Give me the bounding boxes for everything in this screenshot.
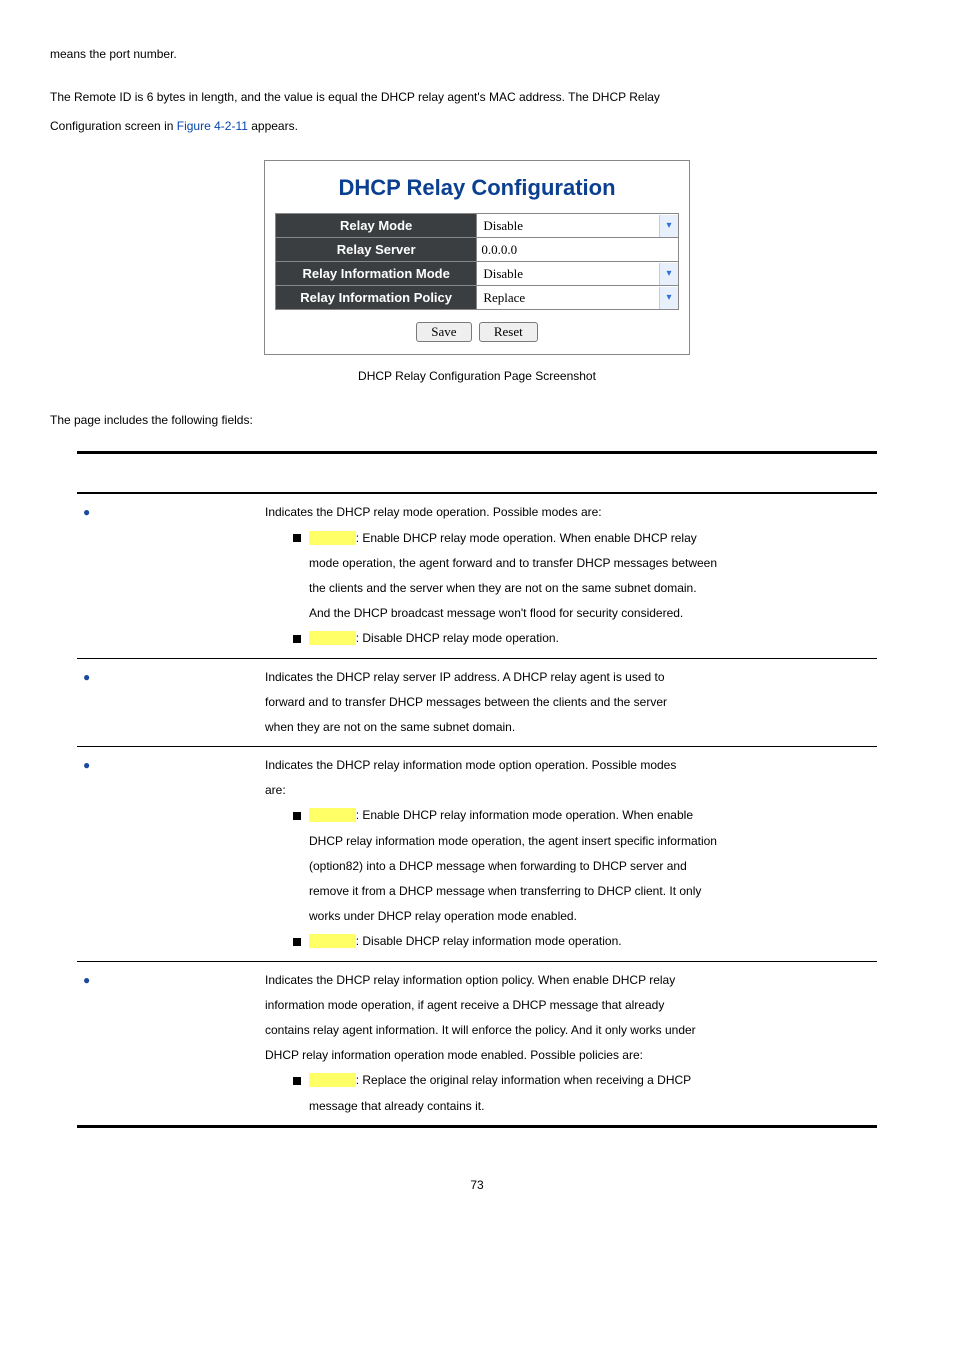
text-line2b-suffix: appears. xyxy=(248,119,298,133)
relay-info-mode-label: Relay Information Mode xyxy=(276,262,477,286)
relay-info-mode-select[interactable]: Disable ▾ xyxy=(477,263,678,285)
desc-relay-info-mode: Indicates the DHCP relay information mod… xyxy=(259,747,877,962)
desc-text: : Enable DHCP relay mode operation. When… xyxy=(356,531,697,545)
chevron-down-icon: ▾ xyxy=(659,263,678,285)
relay-server-label: Relay Server xyxy=(276,238,477,262)
bullet-icon: ● xyxy=(83,505,98,519)
desc-text: Indicates the DHCP relay information opt… xyxy=(265,973,675,987)
desc-text: : Enable DHCP relay information mode ope… xyxy=(356,808,693,822)
square-bullet-icon xyxy=(293,1077,301,1085)
desc-relay-mode: Indicates the DHCP relay mode operation.… xyxy=(259,493,877,658)
desc-text: Indicates the DHCP relay information mod… xyxy=(265,758,676,772)
desc-text: mode operation, the agent forward and to… xyxy=(265,551,871,576)
highlight xyxy=(309,631,356,645)
relay-info-policy-label: Relay Information Policy xyxy=(276,286,477,310)
bullet-icon: ● xyxy=(83,758,98,772)
figure-link[interactable]: Figure 4-2-11 xyxy=(177,119,248,133)
desc-text: (option82) into a DHCP message when forw… xyxy=(265,854,871,879)
chevron-down-icon: ▾ xyxy=(659,287,678,309)
reset-button[interactable]: Reset xyxy=(479,322,538,342)
desc-relay-server: Indicates the DHCP relay server IP addre… xyxy=(259,658,877,747)
desc-text: forward and to transfer DHCP messages be… xyxy=(265,695,667,709)
relay-info-policy-value: Replace xyxy=(477,287,659,309)
relay-mode-value: Disable xyxy=(477,215,659,237)
figure-caption: DHCP Relay Configuration Page Screenshot xyxy=(50,369,904,383)
panel-title: DHCP Relay Configuration xyxy=(275,175,679,201)
desc-text: And the DHCP broadcast message won't flo… xyxy=(265,601,871,626)
square-bullet-icon xyxy=(293,938,301,946)
text-remote-id: The Remote ID is 6 bytes in length, and … xyxy=(50,83,904,141)
highlight xyxy=(309,1073,356,1087)
desc-text: are: xyxy=(265,783,286,797)
desc-text: remove it from a DHCP message when trans… xyxy=(265,879,871,904)
desc-text: DHCP relay information operation mode en… xyxy=(265,1048,643,1062)
save-button[interactable]: Save xyxy=(416,322,471,342)
relay-info-mode-value: Disable xyxy=(477,263,659,285)
text-line2a: The Remote ID is 6 bytes in length, and … xyxy=(50,90,660,104)
desc-text: works under DHCP relay operation mode en… xyxy=(265,904,871,929)
highlight xyxy=(309,531,356,545)
bullet-icon: ● xyxy=(83,973,98,987)
dhcp-relay-panel: DHCP Relay Configuration Relay Mode Disa… xyxy=(264,160,690,355)
relay-mode-label: Relay Mode xyxy=(276,214,477,238)
text-line2b-prefix: Configuration screen in xyxy=(50,119,177,133)
description-table: ● Indicates the DHCP relay mode operatio… xyxy=(77,451,877,1127)
square-bullet-icon xyxy=(293,635,301,643)
desc-text: message that already contains it. xyxy=(265,1094,871,1119)
desc-relay-info-policy: Indicates the DHCP relay information opt… xyxy=(259,961,877,1126)
highlight xyxy=(309,934,356,948)
desc-text: DHCP relay information mode operation, t… xyxy=(265,829,871,854)
desc-text: information mode operation, if agent rec… xyxy=(265,998,664,1012)
relay-mode-select[interactable]: Disable ▾ xyxy=(477,215,678,237)
page-number: 73 xyxy=(50,1178,904,1192)
desc-text: : Disable DHCP relay information mode op… xyxy=(356,934,622,948)
highlight xyxy=(309,808,356,822)
desc-text: : Disable DHCP relay mode operation. xyxy=(356,631,559,645)
bullet-icon: ● xyxy=(83,670,98,684)
square-bullet-icon xyxy=(293,534,301,542)
desc-text: Indicates the DHCP relay server IP addre… xyxy=(265,670,665,684)
desc-text: contains relay agent information. It wil… xyxy=(265,1023,696,1037)
desc-text: the clients and the server when they are… xyxy=(265,576,871,601)
chevron-down-icon: ▾ xyxy=(659,215,678,237)
text-port-number: means the port number. xyxy=(50,40,904,69)
relay-info-policy-select[interactable]: Replace ▾ xyxy=(477,287,678,309)
fields-intro: The page includes the following fields: xyxy=(50,413,904,427)
relay-server-input[interactable] xyxy=(477,239,678,261)
config-table: Relay Mode Disable ▾ Relay Server Relay … xyxy=(275,213,679,310)
desc-text: Indicates the DHCP relay mode operation.… xyxy=(265,505,602,519)
desc-text: : Replace the original relay information… xyxy=(356,1073,692,1087)
square-bullet-icon xyxy=(293,812,301,820)
desc-text: when they are not on the same subnet dom… xyxy=(265,720,515,734)
